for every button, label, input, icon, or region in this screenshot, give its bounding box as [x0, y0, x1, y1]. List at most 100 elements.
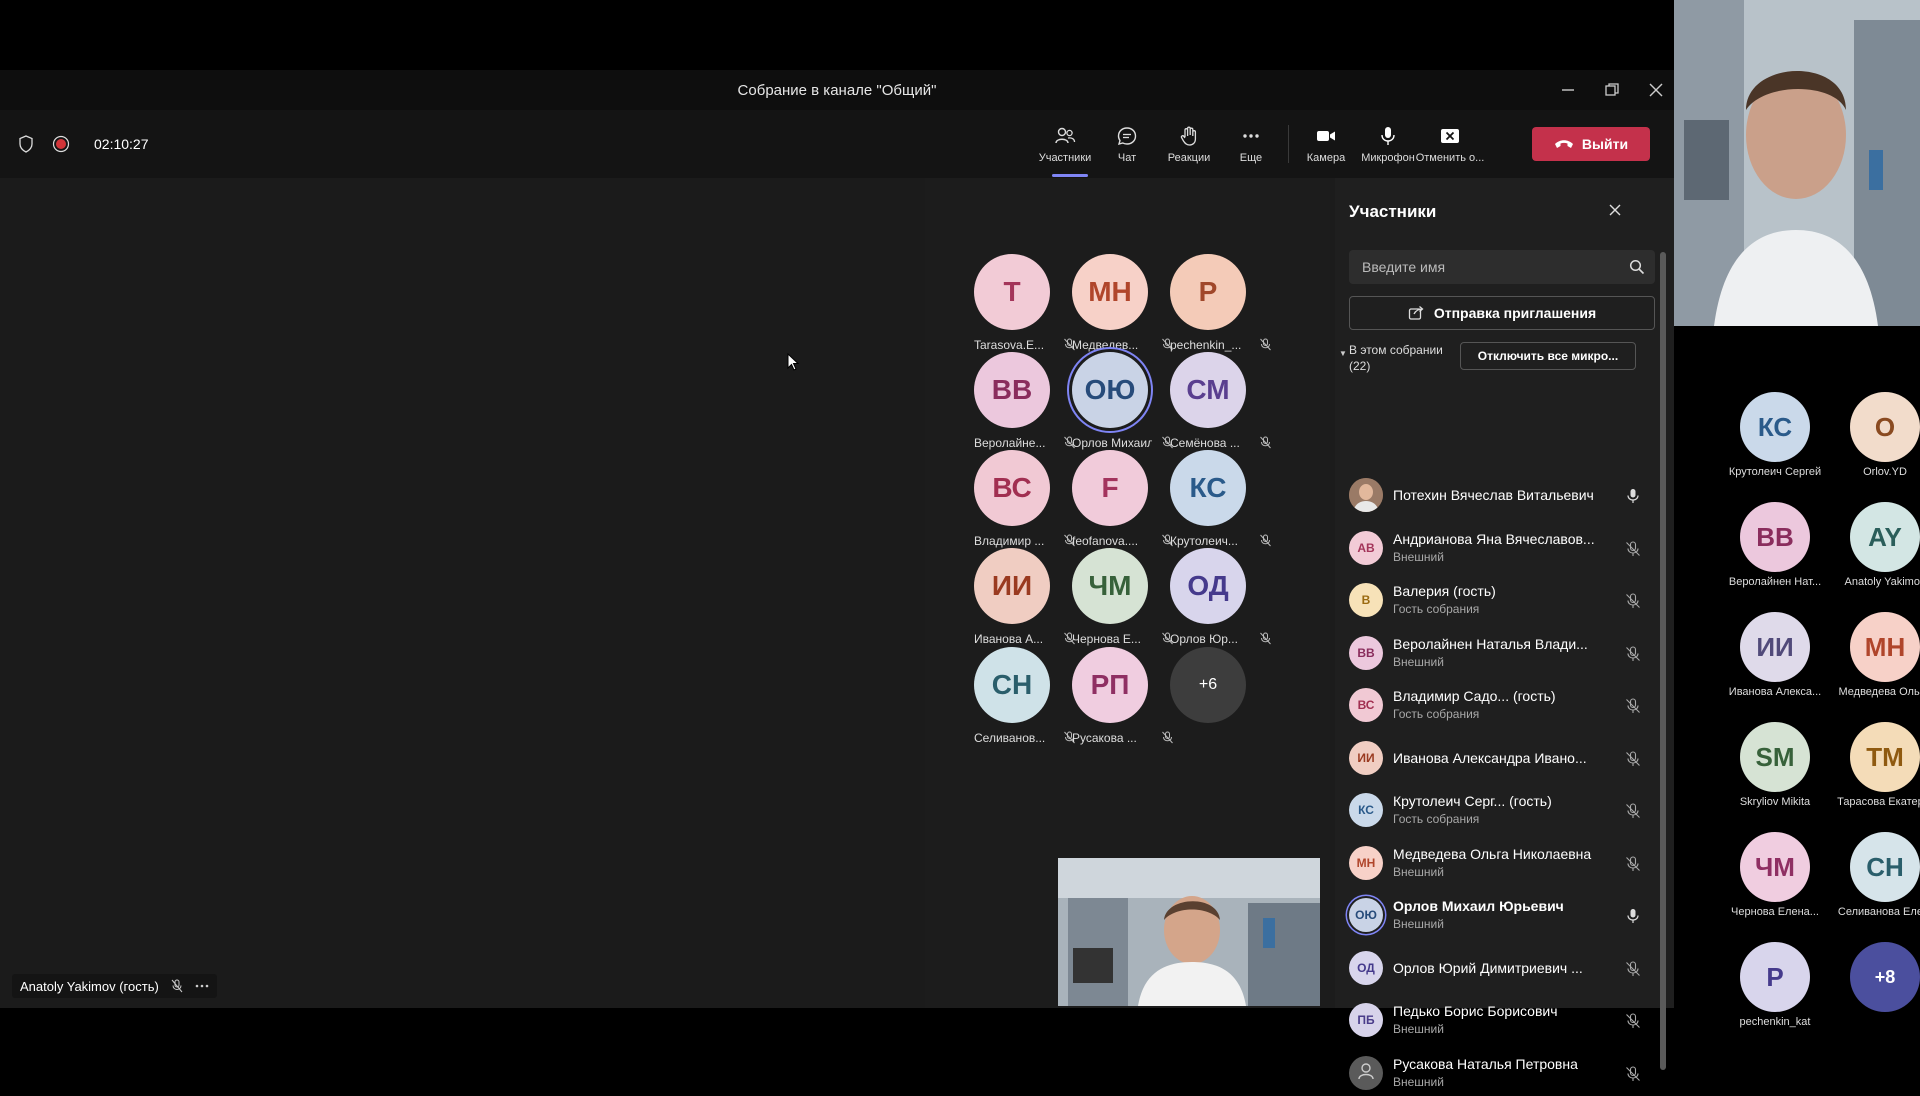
participant-name: Андрианова Яна Вячеславов...	[1393, 530, 1595, 547]
minimize-icon[interactable]	[1560, 82, 1576, 98]
gallery-tile[interactable]: МН Медведев...	[1043, 254, 1173, 364]
secondary-participant-tile[interactable]: Ppechenkin_kat	[1720, 942, 1830, 1052]
participant-row[interactable]: ИИ Иванова Александра Ивано...	[1349, 737, 1649, 781]
muted-mic-icon[interactable]	[1625, 960, 1641, 977]
secondary-participant-tile[interactable]: O Orlov.YD	[1830, 392, 1920, 502]
more-button[interactable]: Еще	[1220, 125, 1282, 164]
participant-role: Внешний	[1393, 549, 1444, 564]
search-icon[interactable]	[1629, 259, 1645, 275]
panel-scrollbar[interactable]	[1660, 252, 1666, 1070]
restore-icon[interactable]	[1604, 82, 1620, 98]
send-invite-button[interactable]: Отправка приглашения	[1349, 296, 1655, 330]
participant-row[interactable]: ВС Владимир Садо... (гость) Гость собрания	[1349, 684, 1649, 728]
participant-name: feofanova....	[1072, 534, 1139, 548]
secondary-participant-tile[interactable]: ТМ Тарасова Екатер...	[1830, 722, 1920, 832]
shield-icon[interactable]	[18, 135, 34, 153]
secondary-participant-tile[interactable]: ЧМ Чернова Елена...	[1720, 832, 1830, 942]
participant-avatar: ОД	[1170, 548, 1246, 624]
participant-avatar: В	[1349, 583, 1383, 617]
secondary-participant-tile[interactable]: КС Крутолеич Сергей	[1720, 392, 1830, 502]
participant-name: Русакова Наталья Петровна	[1393, 1055, 1578, 1072]
microphone-button[interactable]: Микрофон	[1357, 125, 1419, 164]
gallery-tile[interactable]: ОД Орлов Юр...	[1141, 548, 1271, 658]
gallery-tile[interactable]: ЧМ Чернова Е...	[1043, 548, 1173, 658]
gallery-tile[interactable]: Ffeofanova....	[1043, 450, 1173, 560]
muted-mic-icon[interactable]	[1625, 803, 1641, 819]
participant-name: Веролайнен Наталья Влади...	[1393, 635, 1588, 652]
chat-button[interactable]: Чат	[1096, 125, 1158, 164]
participant-row[interactable]: В Валерия (гость) Гость собрания	[1349, 579, 1649, 623]
camera-button[interactable]: Камера	[1295, 125, 1357, 164]
gallery-tile[interactable]: Ppechenkin_...	[1141, 254, 1271, 364]
muted-mic-icon[interactable]	[1625, 540, 1641, 557]
participant-row[interactable]: Потехин Вячеслав Витальевич	[1349, 474, 1649, 518]
active-speaker-video[interactable]	[1674, 0, 1920, 326]
muted-mic-icon[interactable]	[1625, 855, 1641, 872]
gallery-tile[interactable]: T Tarasova.E...	[945, 254, 1075, 364]
participant-name: Орлов Михаил...	[1072, 436, 1152, 450]
participant-name: Иванова Алекса...	[1728, 686, 1822, 698]
secondary-participant-tile[interactable]: МН Медведева Ольг...	[1830, 612, 1920, 722]
stop-sharing-button[interactable]: Отменить о...	[1416, 125, 1484, 164]
muted-mic-icon[interactable]	[1625, 750, 1641, 767]
participant-avatar: T	[974, 254, 1050, 330]
search-input[interactable]: Введите имя	[1349, 250, 1655, 284]
close-window-icon[interactable]	[1648, 82, 1664, 98]
gallery-overflow-tile[interactable]: +6	[1141, 647, 1251, 757]
participant-row[interactable]: АВ Андрианова Яна Вячеславов... Внешний	[1349, 527, 1649, 571]
participant-row[interactable]: ПБ Педько Борис Борисович Внешний	[1349, 999, 1649, 1043]
leave-button[interactable]: Выйти	[1532, 127, 1650, 161]
microphone-icon[interactable]	[1625, 908, 1641, 924]
close-panel-icon[interactable]	[1607, 202, 1623, 218]
shared-content-stage[interactable]	[0, 178, 925, 1008]
microphone-icon[interactable]	[1625, 488, 1641, 504]
gallery-tile[interactable]: ИИ Иванова А...	[945, 548, 1075, 658]
participant-avatar: КС	[1740, 392, 1810, 462]
secondary-participant-tile[interactable]: SM Skryliov Mikita	[1720, 722, 1830, 832]
muted-mic-icon[interactable]	[1625, 1065, 1641, 1082]
participants-button[interactable]: Участники	[1034, 125, 1096, 164]
muted-mic-icon[interactable]	[1625, 645, 1641, 662]
participant-avatar: F	[1072, 450, 1148, 526]
participant-row[interactable]: Русакова Наталья Петровна Внешний	[1349, 1052, 1649, 1096]
participant-avatar: ИИ	[974, 548, 1050, 624]
gallery-tile[interactable]: ОЮ Орлов Михаил...	[1043, 352, 1173, 462]
participant-role: Гость собрания	[1393, 812, 1480, 826]
mouse-cursor-icon	[787, 353, 799, 371]
more-options-icon[interactable]	[195, 984, 209, 988]
speaker-video-image	[1674, 0, 1920, 326]
section-title: В этом собрании	[1349, 343, 1443, 357]
secondary-participant-tile[interactable]: ВВ Веролайнен Нат...	[1720, 502, 1830, 612]
gallery-tile[interactable]: КС Крутолеич...	[1141, 450, 1271, 560]
participant-row[interactable]: ОЮ Орлов Михаил Юрьевич Внешний	[1349, 894, 1649, 938]
overflow-count: +8	[1850, 942, 1920, 1012]
secondary-participant-tile[interactable]: СН Селиванова Еле...	[1830, 832, 1920, 942]
participant-row[interactable]: ОД Орлов Юрий Димитриевич ...	[1349, 947, 1649, 991]
participant-name: Потехин Вячеслав Витальевич	[1393, 487, 1594, 503]
participant-row[interactable]: МН Медведева Ольга Николаевна Внешний	[1349, 842, 1649, 886]
self-video-preview[interactable]	[1058, 858, 1320, 1006]
participant-avatar: O	[1850, 392, 1920, 462]
muted-mic-icon[interactable]	[1625, 593, 1641, 609]
gallery-tile[interactable]: ВС Владимир ...	[945, 450, 1075, 560]
participant-avatar: SM	[1740, 722, 1810, 792]
mute-all-button[interactable]: Отключить все микро...	[1460, 342, 1636, 370]
reactions-button[interactable]: Реакции	[1158, 125, 1220, 164]
muted-mic-icon[interactable]	[1625, 698, 1641, 714]
secondary-participant-tile[interactable]: ИИ Иванова Алекса...	[1720, 612, 1830, 722]
gallery-tile[interactable]: РП Русакова ...	[1043, 647, 1173, 757]
in-meeting-section-header[interactable]: ▼ В этом собрании (22)	[1339, 342, 1443, 374]
raise-hand-icon	[1180, 126, 1197, 146]
gallery-tile[interactable]: СМ Семёнова ...	[1141, 352, 1271, 462]
participant-row[interactable]: ВВ Веролайнен Наталья Влади... Внешний	[1349, 632, 1649, 676]
muted-mic-icon[interactable]	[1625, 1013, 1641, 1029]
secondary-overflow-tile[interactable]: +8	[1830, 942, 1920, 1052]
secondary-participant-tile[interactable]: AY Anatoly Yakimov	[1830, 502, 1920, 612]
gallery-tile[interactable]: СН Селиванов...	[945, 647, 1075, 757]
participant-name: Крутолеич Сергей	[1728, 466, 1822, 478]
gallery-tile[interactable]: ВВ Веролайне...	[945, 352, 1075, 462]
participant-role: Гость собрания	[1393, 707, 1480, 721]
self-name: Anatoly Yakimov (гость)	[20, 978, 159, 994]
participant-row[interactable]: КС Крутолеич Серг... (гость) Гость собрани…	[1349, 789, 1649, 833]
participant-avatar: РП	[1072, 647, 1148, 723]
